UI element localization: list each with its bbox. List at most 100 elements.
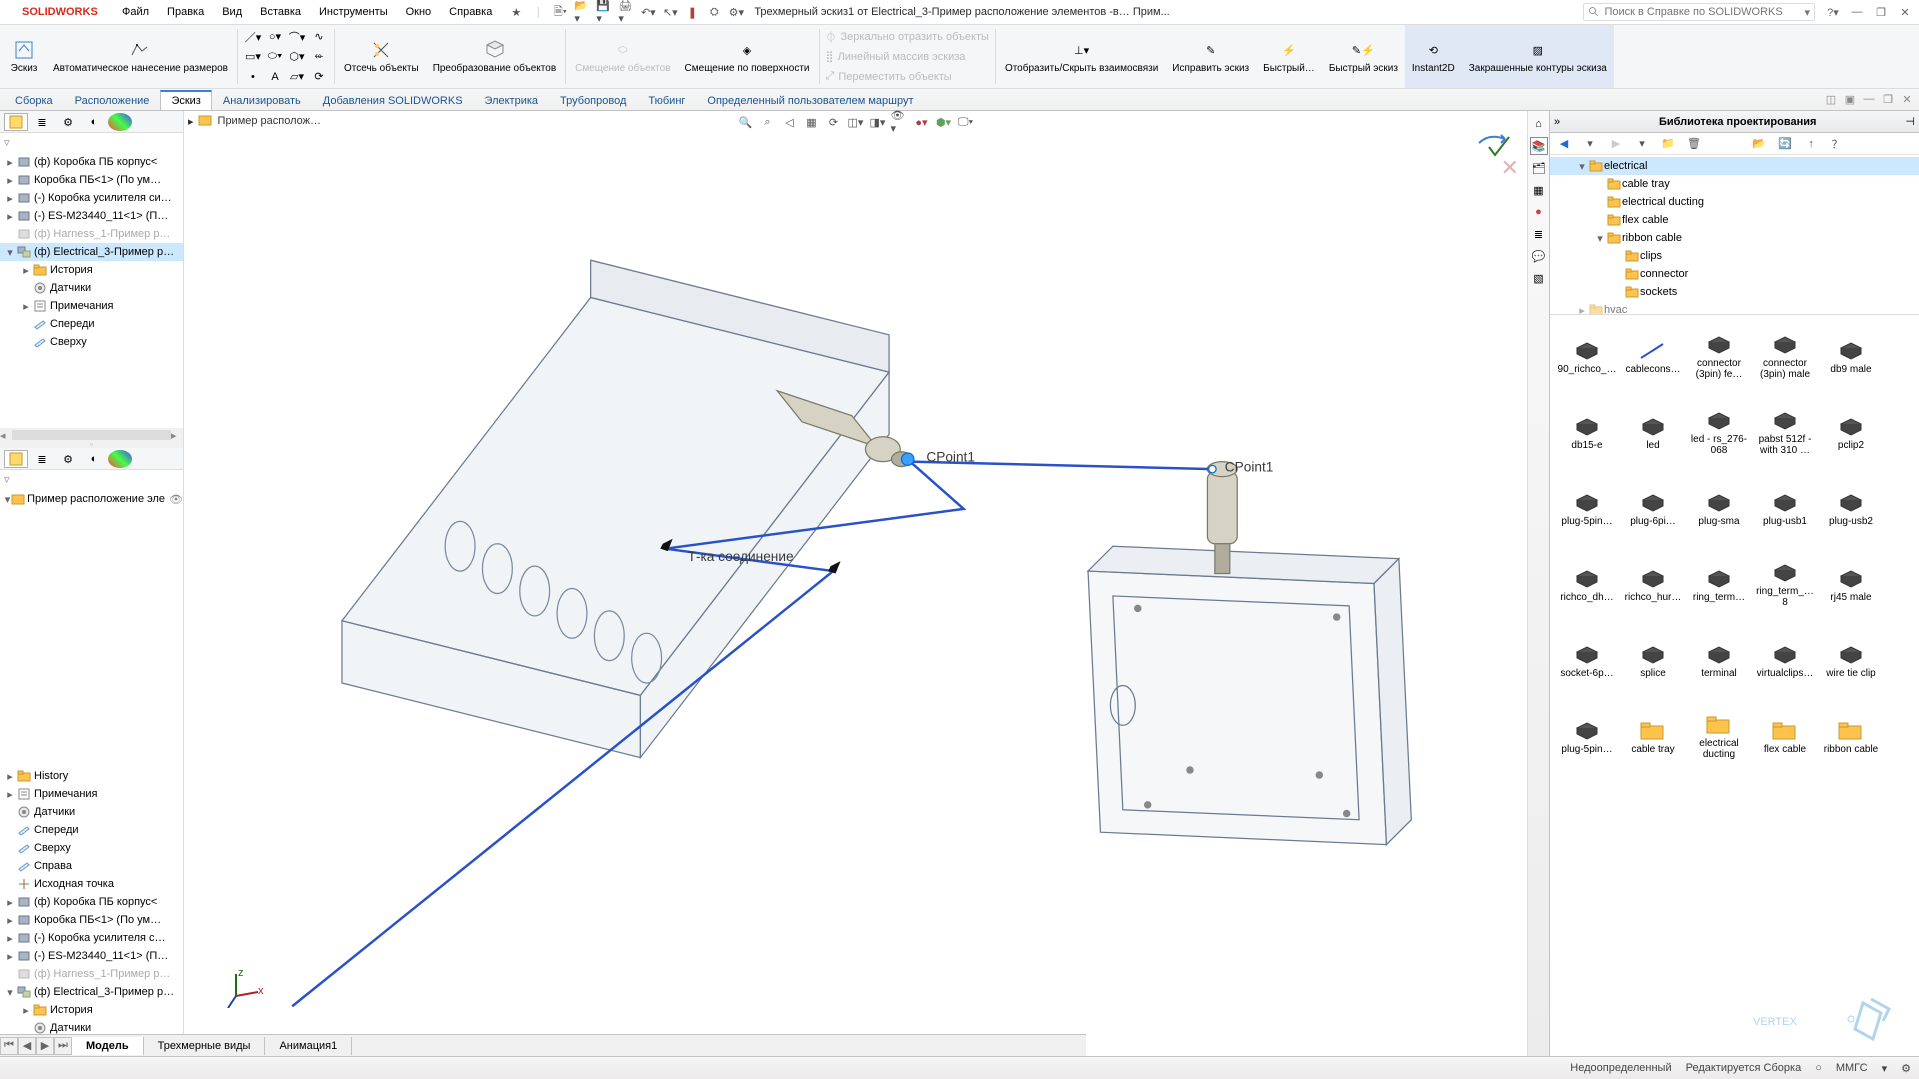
fm-tab-config-icon[interactable]: ⚙ bbox=[56, 113, 80, 131]
menu-window[interactable]: Окно bbox=[398, 4, 440, 20]
up-icon[interactable]: ↑ bbox=[1803, 136, 1819, 152]
new-icon[interactable]: 🗎▾ bbox=[552, 4, 568, 20]
menu-view[interactable]: Вид bbox=[214, 4, 250, 20]
library-item[interactable]: flex cable bbox=[1752, 701, 1818, 773]
menu-tools[interactable]: Инструменты bbox=[311, 4, 396, 20]
folder-node[interactable]: ▾electrical bbox=[1550, 157, 1919, 175]
appearances-icon[interactable]: ● bbox=[1530, 203, 1548, 221]
tree-node[interactable]: (ф) Harness_1-Пример р… bbox=[0, 225, 183, 243]
prev-tab-icon[interactable]: ◀ bbox=[18, 1037, 36, 1055]
taskpane-pin-icon[interactable]: ⊣ bbox=[1905, 115, 1915, 128]
fwd-menu-icon[interactable]: ▾ bbox=[1634, 136, 1650, 152]
tab-evaluate[interactable]: Анализировать bbox=[212, 91, 312, 110]
fwd-icon[interactable]: ▶ bbox=[1608, 136, 1624, 152]
apply-scene-icon[interactable]: ⬢▾ bbox=[935, 113, 953, 131]
fm-tab-appearance2-icon[interactable] bbox=[108, 450, 132, 468]
trim-button[interactable]: Отсечь объекты bbox=[337, 25, 426, 88]
library-item[interactable]: led - rs_276-068 bbox=[1686, 397, 1752, 469]
graphics-viewport[interactable]: ▸ Пример располож… 🔍 ⌕ ◁ ▦ ⟳ ◫▾ ◨▾ 👁▾ ●▾… bbox=[184, 111, 1527, 1056]
folder-node[interactable]: clips bbox=[1550, 247, 1919, 265]
status-underdefined[interactable]: Недоопределенный bbox=[1570, 1062, 1671, 1075]
slot-icon[interactable]: ⬭▾ bbox=[266, 48, 284, 66]
library-item[interactable]: pclip2 bbox=[1818, 397, 1884, 469]
library-item[interactable]: ring_term_… 8 bbox=[1752, 549, 1818, 621]
tab-3d-views[interactable]: Трехмерные виды bbox=[144, 1037, 266, 1055]
back-menu-icon[interactable]: ▾ bbox=[1582, 136, 1598, 152]
tree-node[interactable]: Сверху bbox=[0, 839, 183, 857]
text-icon[interactable]: A bbox=[266, 68, 284, 86]
tree-node[interactable]: (ф) Harness_1-Пример р… bbox=[0, 965, 183, 983]
tree-node[interactable]: ▸История bbox=[0, 1001, 183, 1019]
tab-sketch[interactable]: Эскиз bbox=[160, 90, 211, 110]
design-library-icon[interactable]: 📚 bbox=[1530, 137, 1548, 155]
library-item[interactable]: connector (3pin) fe… bbox=[1686, 321, 1752, 393]
fm-tab-property2-icon[interactable]: ≣ bbox=[30, 450, 54, 468]
display-style-icon[interactable]: ◨▾ bbox=[869, 113, 887, 131]
tree-node[interactable]: Спереди bbox=[0, 315, 183, 333]
arc-icon[interactable]: ⌒▾ bbox=[288, 28, 306, 46]
folder-node[interactable]: ▾ribbon cable bbox=[1550, 229, 1919, 247]
smart-dimension-button[interactable]: Автоматическое нанесение размеров bbox=[46, 25, 235, 88]
edit-appearance-icon[interactable]: ●▾ bbox=[913, 113, 931, 131]
file-explorer-icon[interactable]: 🗂 bbox=[1530, 159, 1548, 177]
fm-filter-bar[interactable]: ▿ bbox=[0, 133, 183, 151]
fm-tab-tree2-icon[interactable] bbox=[4, 450, 28, 468]
tree-node[interactable]: Исходная точка bbox=[0, 875, 183, 893]
custom-props-icon[interactable]: ≣ bbox=[1530, 225, 1548, 243]
close-icon[interactable]: ✕ bbox=[1895, 4, 1915, 20]
line-icon[interactable]: ／▾ bbox=[244, 28, 262, 46]
cancel-corner-icon[interactable]: ✕ bbox=[1501, 155, 1519, 181]
feature-tree-upper[interactable]: ▸(ф) Коробка ПБ корпус<▸Коробка ПБ<1> (П… bbox=[0, 151, 183, 428]
hide-show-icon[interactable]: 👁▾ bbox=[891, 113, 909, 131]
tree-node[interactable]: ▸(ф) Коробка ПБ корпус< bbox=[0, 893, 183, 911]
library-item[interactable]: plug-usb2 bbox=[1818, 473, 1884, 545]
tree-node[interactable]: ▸История bbox=[0, 261, 183, 279]
dynamic-icon[interactable]: ⟳ bbox=[825, 113, 843, 131]
cm-restore-icon[interactable]: ❐ bbox=[1880, 91, 1896, 107]
library-item-grid[interactable]: 90_richco_…cablecons…connector (3pin) fe… bbox=[1550, 315, 1919, 1056]
library-item[interactable]: cable tray bbox=[1620, 701, 1686, 773]
library-item[interactable]: plug-6pi… bbox=[1620, 473, 1686, 545]
status-circle-icon[interactable]: ○ bbox=[1815, 1062, 1822, 1075]
help-search[interactable]: ▾ bbox=[1583, 3, 1815, 21]
library-item[interactable]: ribbon cable bbox=[1818, 701, 1884, 773]
prev-view-icon[interactable]: ◁ bbox=[781, 113, 799, 131]
repair-sketch-button[interactable]: ✎Исправить эскиз bbox=[1165, 25, 1256, 88]
sketch-button[interactable]: Эскиз bbox=[2, 25, 46, 88]
library-item[interactable]: rj45 male bbox=[1818, 549, 1884, 621]
shaded-contour-button[interactable]: ▨Закрашенные контуры эскиза bbox=[1462, 25, 1614, 88]
tree-node[interactable]: ▸(-) Коробка усилителя с… bbox=[0, 929, 183, 947]
save-icon[interactable]: 💾▾ bbox=[596, 4, 612, 20]
tree-node[interactable]: Датчики bbox=[0, 279, 183, 297]
library-item[interactable]: db9 male bbox=[1818, 321, 1884, 393]
tab-userroute[interactable]: Определенный пользователем маршрут bbox=[696, 91, 924, 110]
point-icon[interactable]: • bbox=[244, 68, 262, 86]
next-tab-icon[interactable]: ▶ bbox=[36, 1037, 54, 1055]
library-folder-tree[interactable]: ▾electricalcable trayelectrical ductingf… bbox=[1550, 155, 1919, 315]
offset-surface-button[interactable]: ◈Смещение по поверхности bbox=[678, 25, 817, 88]
tree-node[interactable]: ▸Коробка ПБ<1> (По ум… bbox=[0, 171, 183, 189]
status-editing[interactable]: Редактируется Сборка bbox=[1686, 1062, 1802, 1075]
taskpane-collapse-icon[interactable]: » bbox=[1554, 116, 1570, 128]
select-icon[interactable]: ↖▾ bbox=[662, 4, 678, 20]
folder-node[interactable]: electrical ducting bbox=[1550, 193, 1919, 211]
library-item[interactable]: virtualclips… bbox=[1752, 625, 1818, 697]
star-icon[interactable]: ★ bbox=[508, 4, 524, 20]
view-settings-icon[interactable]: 🖵▾ bbox=[957, 113, 975, 131]
library-item[interactable]: ring_term… bbox=[1686, 549, 1752, 621]
minimize-icon[interactable]: — bbox=[1847, 4, 1867, 20]
print-icon[interactable]: 🖨▾ bbox=[618, 4, 634, 20]
delete-folder-icon[interactable]: 🗑 bbox=[1686, 136, 1702, 152]
view-triad[interactable]: zx bbox=[224, 968, 264, 1008]
library-item[interactable]: richco_dh… bbox=[1554, 549, 1620, 621]
tab-model[interactable]: Модель bbox=[72, 1037, 144, 1055]
tree-node[interactable]: ▸History bbox=[0, 767, 183, 785]
library-item[interactable]: splice bbox=[1620, 625, 1686, 697]
tree-node[interactable]: Спереди bbox=[0, 821, 183, 839]
tree-node[interactable]: ▾(ф) Electrical_3-Пример р… bbox=[0, 983, 183, 1001]
folder-node[interactable]: sockets bbox=[1550, 283, 1919, 301]
library-item[interactable]: socket-6p… bbox=[1554, 625, 1620, 697]
status-cog-icon[interactable]: ⚙ bbox=[1901, 1062, 1911, 1075]
library-item[interactable]: electrical ducting bbox=[1686, 701, 1752, 773]
status-menu-icon[interactable]: ▾ bbox=[1882, 1062, 1888, 1075]
